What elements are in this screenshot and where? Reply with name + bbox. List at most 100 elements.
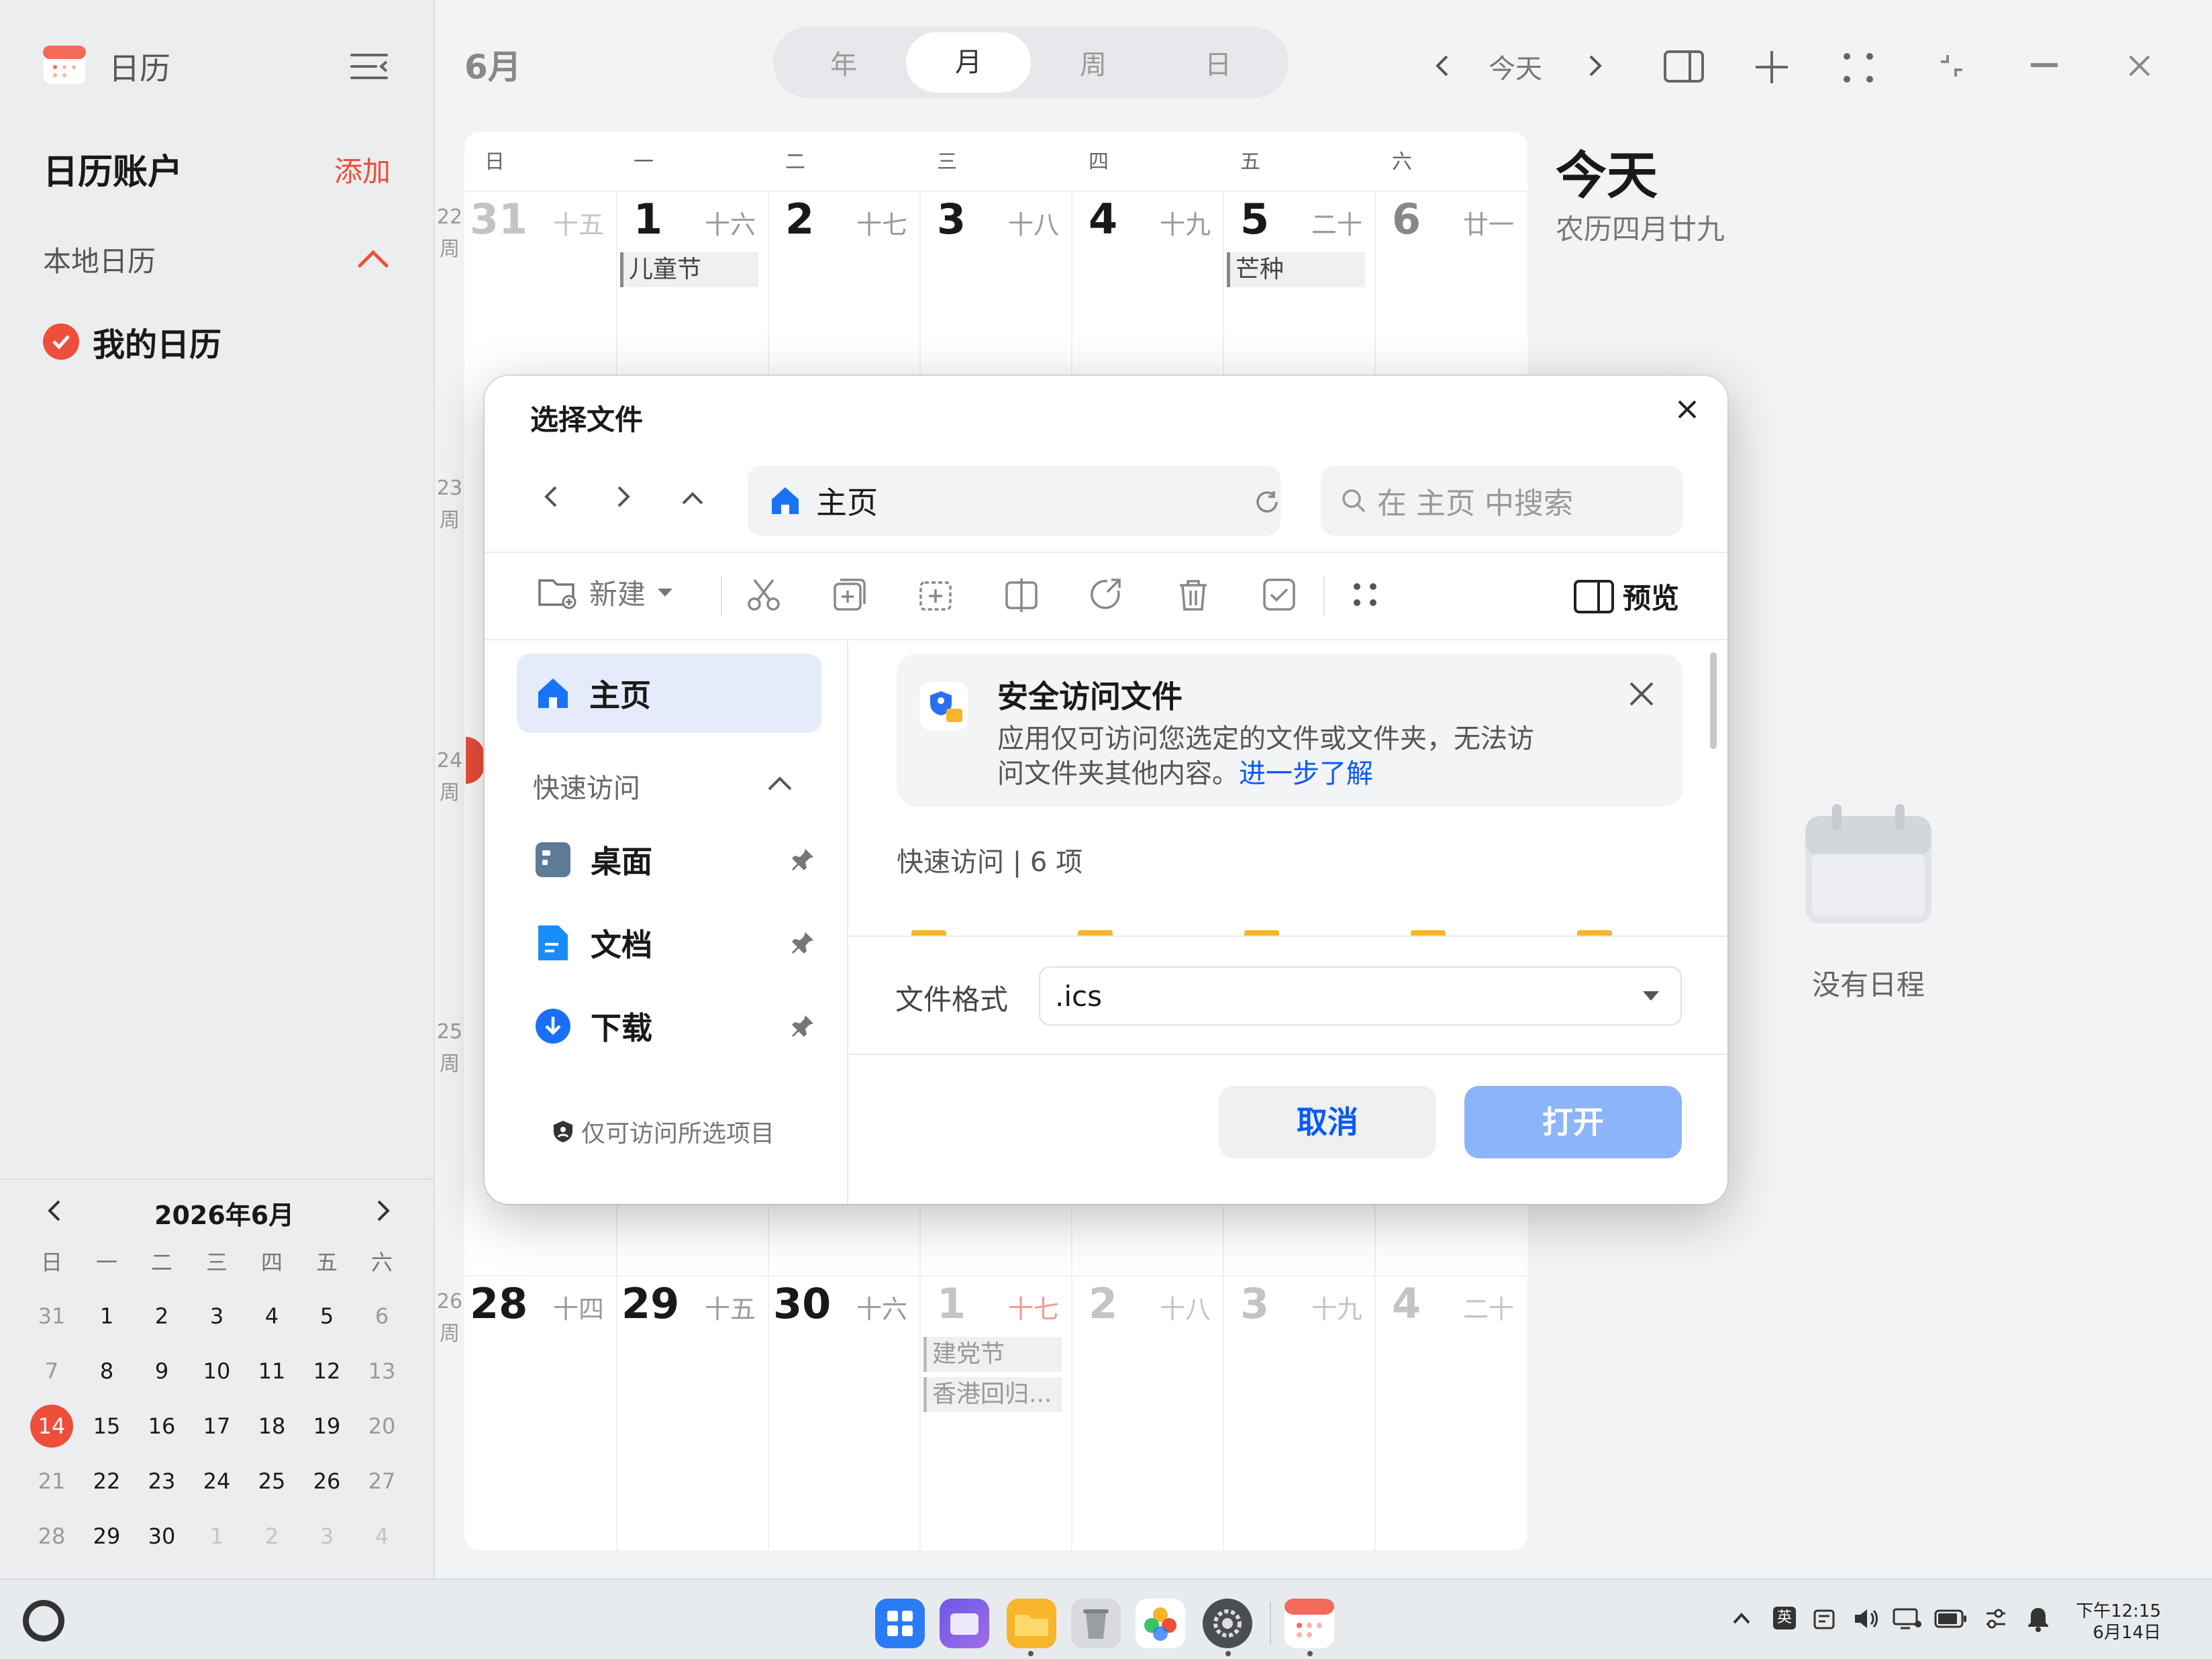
day-number[interactable]: 31 xyxy=(470,195,527,244)
mini-day[interactable]: 25 xyxy=(244,1454,299,1509)
mini-day[interactable]: 17 xyxy=(189,1399,244,1454)
day-number[interactable]: 4 xyxy=(1089,195,1117,244)
event-chip[interactable]: 建党节 xyxy=(923,1337,1062,1372)
mini-prev-icon[interactable] xyxy=(44,1199,64,1223)
nav-item-documents[interactable]: 文档 xyxy=(534,921,816,965)
control-center-icon[interactable] xyxy=(1984,1607,2008,1631)
mini-day[interactable]: 9 xyxy=(134,1344,189,1399)
tab-year[interactable]: 年 xyxy=(781,43,906,82)
mini-day[interactable]: 4 xyxy=(244,1289,299,1344)
files-icon[interactable] xyxy=(1007,1599,1056,1648)
select-icon[interactable] xyxy=(1260,576,1298,613)
minimize-icon[interactable] xyxy=(2031,63,2058,67)
pin-icon[interactable] xyxy=(789,1013,816,1040)
mini-day[interactable]: 23 xyxy=(134,1454,189,1509)
day-number[interactable]: 29 xyxy=(621,1279,679,1328)
multitask-icon[interactable] xyxy=(940,1599,989,1648)
mini-day[interactable]: 20 xyxy=(354,1399,409,1454)
path-bar[interactable]: 主页 xyxy=(748,466,1280,536)
window-float-icon[interactable] xyxy=(1938,52,1965,79)
calendar-app-icon[interactable] xyxy=(1285,1599,1334,1648)
side-panel-icon[interactable] xyxy=(1663,50,1705,83)
mini-day[interactable]: 13 xyxy=(354,1344,409,1399)
tab-month[interactable]: 月 xyxy=(906,32,1031,93)
mini-day[interactable]: 1 xyxy=(79,1289,134,1344)
forward-icon[interactable] xyxy=(613,483,634,510)
mini-day[interactable]: 24 xyxy=(189,1454,244,1509)
start-icon[interactable] xyxy=(23,1600,64,1642)
volume-icon[interactable] xyxy=(1852,1607,1879,1631)
mini-day[interactable]: 27 xyxy=(354,1454,409,1509)
mini-day[interactable]: 31 xyxy=(24,1289,79,1344)
chevron-up-icon[interactable] xyxy=(356,248,391,268)
mini-day[interactable]: 1 xyxy=(189,1509,244,1564)
learn-more-link[interactable]: 进一步了解 xyxy=(1239,758,1373,789)
folder-icon[interactable] xyxy=(1577,930,1612,936)
mini-day[interactable]: 3 xyxy=(189,1289,244,1344)
mini-day[interactable]: 5 xyxy=(299,1289,354,1344)
mini-next-icon[interactable] xyxy=(373,1199,393,1223)
banner-close-icon[interactable] xyxy=(1627,679,1656,709)
paste-icon[interactable] xyxy=(917,576,954,613)
share-icon[interactable] xyxy=(1089,576,1126,613)
cancel-button[interactable]: 取消 xyxy=(1219,1086,1436,1158)
mini-day[interactable]: 3 xyxy=(299,1509,354,1564)
trash-icon[interactable] xyxy=(1071,1599,1121,1648)
up-icon[interactable] xyxy=(679,487,706,507)
folder-icon[interactable] xyxy=(1244,930,1279,936)
tab-day[interactable]: 日 xyxy=(1156,43,1280,82)
tab-week[interactable]: 周 xyxy=(1031,43,1156,82)
add-account-button[interactable]: 添加 xyxy=(334,149,391,190)
chevron-up-icon[interactable] xyxy=(766,776,793,792)
day-number[interactable]: 28 xyxy=(470,1279,527,1328)
day-number[interactable]: 1 xyxy=(634,195,662,244)
battery-icon[interactable] xyxy=(1934,1608,1968,1629)
back-icon[interactable] xyxy=(541,483,561,510)
nav-item-home[interactable]: 主页 xyxy=(517,654,821,733)
tray-expand-icon[interactable] xyxy=(1731,1611,1752,1625)
mini-day[interactable]: 6 xyxy=(354,1289,409,1344)
day-number[interactable]: 6 xyxy=(1392,195,1421,244)
copy-icon[interactable] xyxy=(831,576,868,613)
nav-item-desktop[interactable]: 桌面 xyxy=(534,838,816,882)
pin-icon[interactable] xyxy=(789,846,816,873)
day-number[interactable]: 1 xyxy=(937,1279,966,1328)
mini-day[interactable]: 4 xyxy=(354,1509,409,1564)
day-number[interactable]: 4 xyxy=(1392,1279,1421,1328)
mini-day[interactable]: 21 xyxy=(24,1454,79,1509)
move-icon[interactable] xyxy=(1003,576,1040,613)
mini-day[interactable]: 2 xyxy=(134,1289,189,1344)
day-number[interactable]: 3 xyxy=(1240,1279,1269,1328)
window-close-icon[interactable] xyxy=(2127,54,2152,78)
my-calendar-item[interactable]: 我的日历 xyxy=(43,318,221,365)
more-icon[interactable] xyxy=(1842,51,1875,85)
mini-day[interactable]: 2 xyxy=(244,1509,299,1564)
settings-icon[interactable] xyxy=(1203,1599,1252,1648)
mini-day[interactable]: 26 xyxy=(299,1454,354,1509)
notification-icon[interactable] xyxy=(2027,1605,2050,1632)
mini-day[interactable]: 15 xyxy=(79,1399,134,1454)
event-chip[interactable]: 芒种 xyxy=(1227,252,1365,287)
mini-day[interactable]: 29 xyxy=(79,1509,134,1564)
mini-day[interactable]: 10 xyxy=(189,1344,244,1399)
scrollbar[interactable] xyxy=(1710,652,1717,749)
mini-day[interactable]: 30 xyxy=(134,1509,189,1564)
next-month-icon[interactable] xyxy=(1585,52,1605,79)
mini-day[interactable]: 19 xyxy=(299,1399,354,1454)
preview-button[interactable]: 预览 xyxy=(1573,576,1679,617)
mini-day-today[interactable]: 14 xyxy=(24,1399,79,1454)
open-button[interactable]: 打开 xyxy=(1464,1086,1682,1158)
pin-icon[interactable] xyxy=(789,929,816,956)
folder-icon[interactable] xyxy=(1078,930,1113,936)
folder-icon[interactable] xyxy=(911,930,946,936)
ime-indicator[interactable]: 英 xyxy=(1773,1607,1796,1629)
event-chip[interactable]: 儿童节 xyxy=(620,252,758,287)
clipboard-icon[interactable] xyxy=(1812,1607,1836,1631)
cut-icon[interactable] xyxy=(745,576,783,613)
folder-icon[interactable] xyxy=(1411,930,1446,936)
add-event-icon[interactable] xyxy=(1753,48,1791,86)
event-chip[interactable]: 香港回归... xyxy=(923,1377,1062,1412)
mini-day[interactable]: 11 xyxy=(244,1344,299,1399)
new-folder-button[interactable]: 新建 xyxy=(537,572,674,613)
sidebar-collapse-icon[interactable] xyxy=(349,50,389,83)
